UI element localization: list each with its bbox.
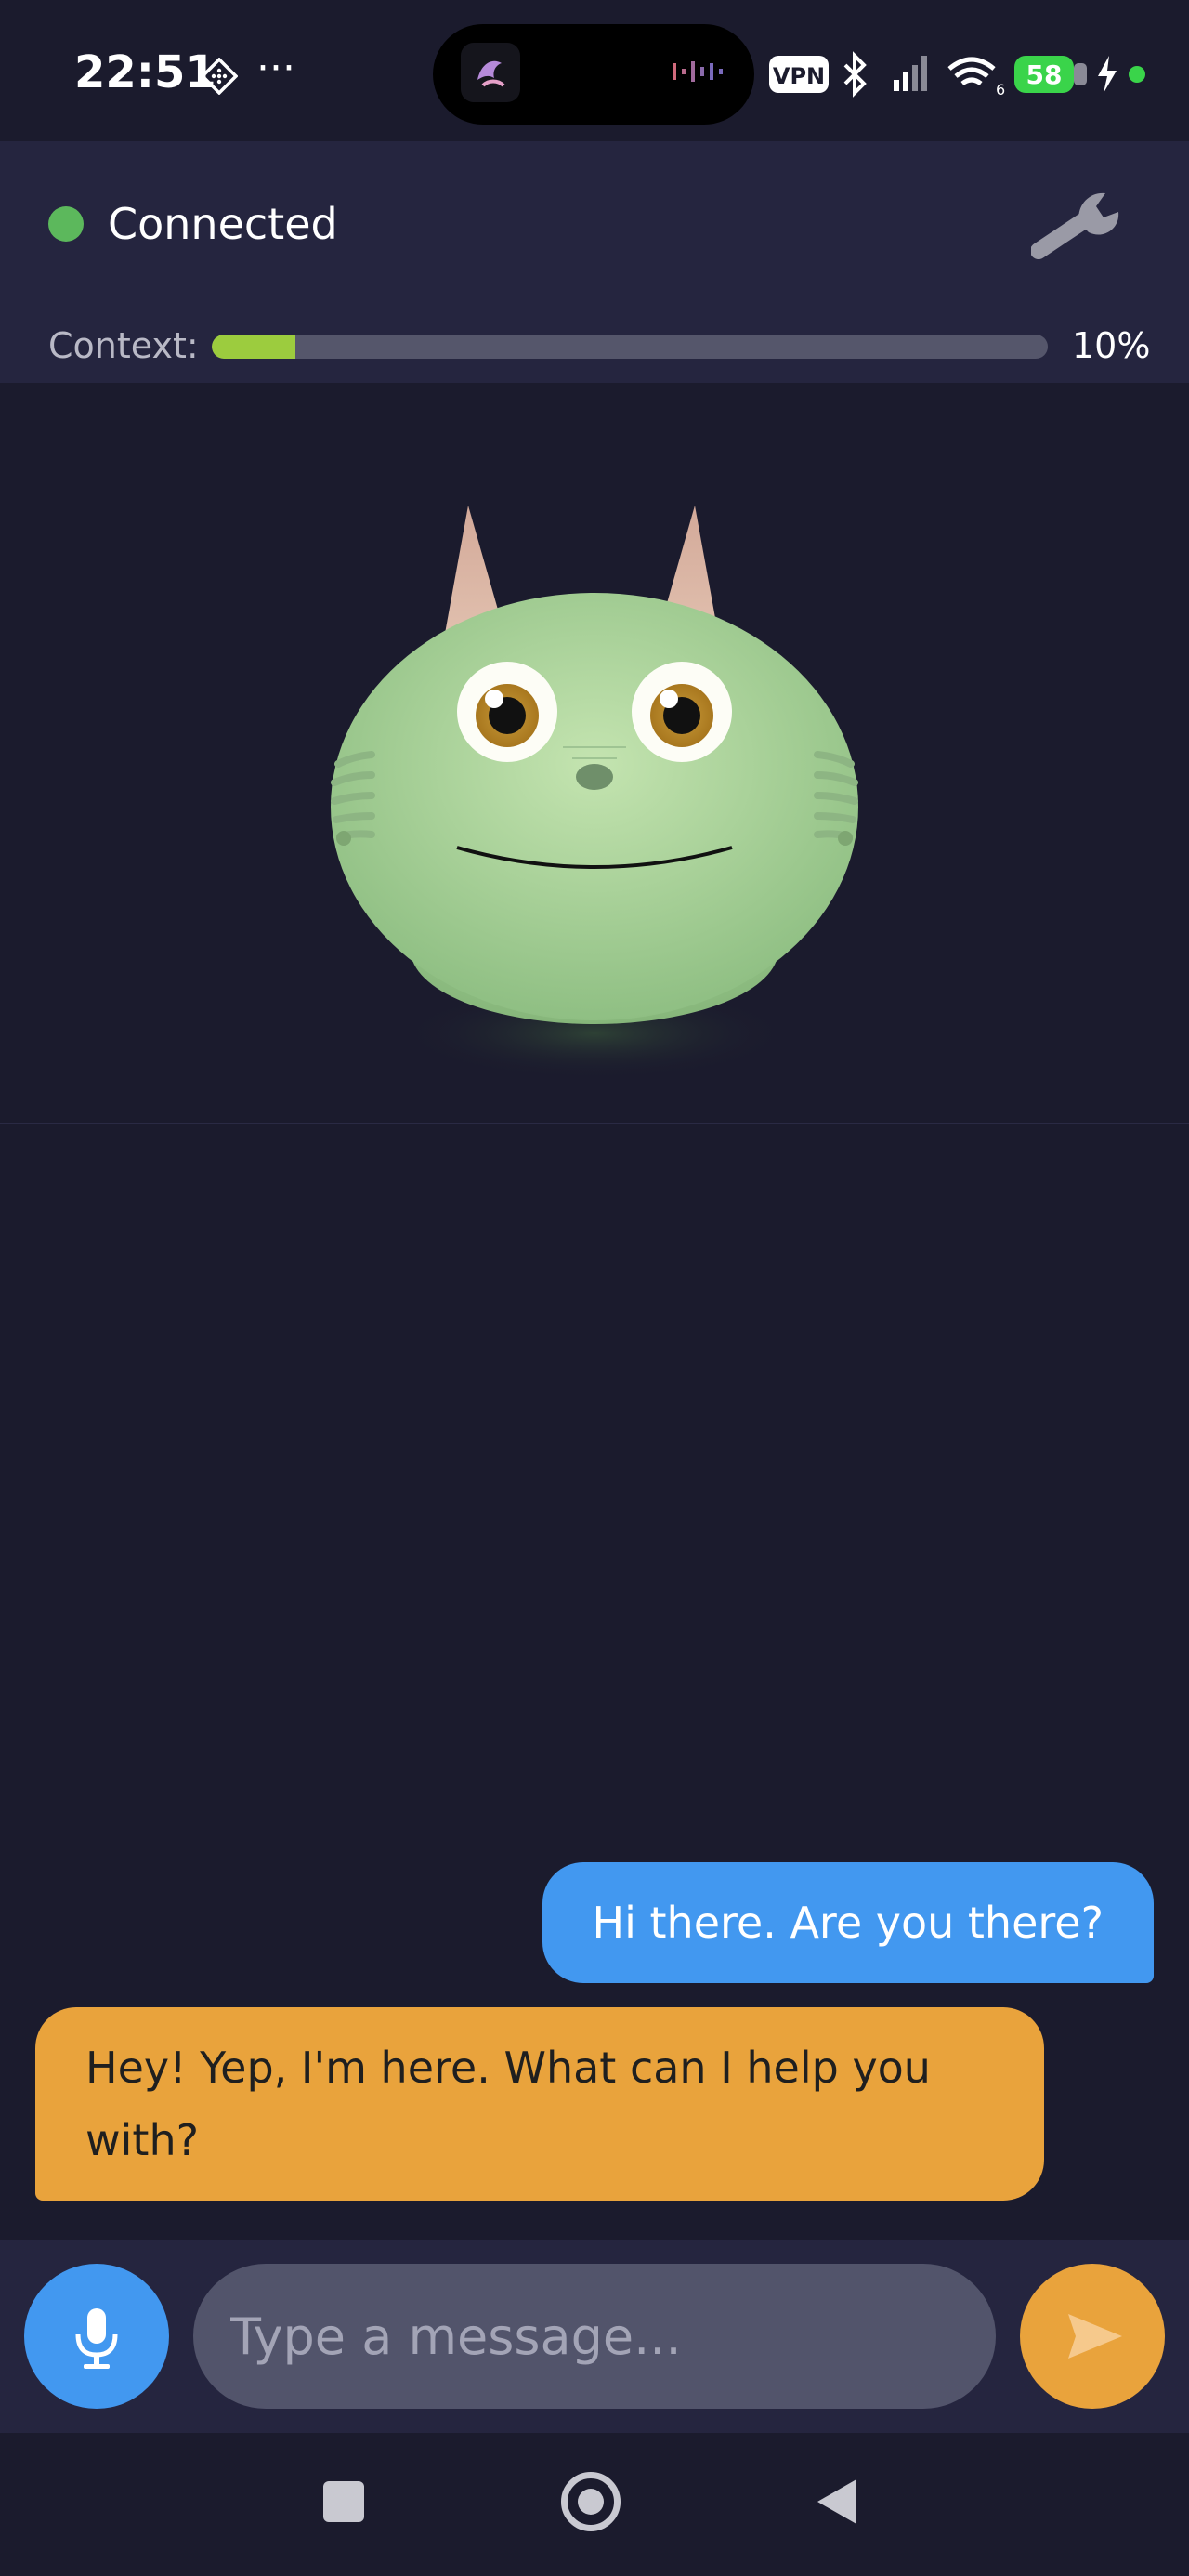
charging-icon — [1098, 56, 1117, 93]
bluetooth-icon — [843, 51, 867, 98]
user-message-bubble: Hi there. Are you there? — [542, 1862, 1154, 1983]
active-dot-icon — [1129, 66, 1145, 83]
audio-wave-icon — [673, 61, 723, 82]
connection-indicator — [48, 206, 84, 242]
connection-status: Connected — [108, 199, 338, 249]
context-progress-bar — [212, 335, 1048, 359]
battery-icon: 58 — [1014, 56, 1087, 93]
svg-text:58: 58 — [1026, 59, 1063, 90]
svg-text:6: 6 — [996, 81, 1005, 99]
svg-text:VPN: VPN — [773, 63, 825, 89]
assistant-message-bubble: Hey! Yep, I'm here. What can I help you … — [35, 2007, 1044, 2201]
context-label: Context: — [48, 325, 199, 366]
microphone-button[interactable] — [24, 2264, 169, 2409]
wrench-icon[interactable] — [1031, 186, 1128, 264]
send-icon — [1068, 2314, 1122, 2359]
signal-icon — [894, 56, 927, 91]
send-button[interactable] — [1020, 2264, 1165, 2409]
app-icon — [461, 43, 520, 102]
context-progress-fill — [212, 335, 295, 359]
recents-icon[interactable] — [323, 2481, 364, 2522]
home-icon[interactable] — [561, 2472, 621, 2531]
back-icon[interactable] — [814, 2476, 860, 2528]
status-bar: 22:51 ··· VPN 6 58 — [0, 0, 1189, 141]
right-eye — [632, 662, 732, 762]
diamond-icon — [201, 58, 238, 95]
cat-avatar — [331, 506, 858, 1080]
cat-nose — [576, 764, 613, 790]
avatar-panel — [0, 383, 1189, 1124]
microphone-icon — [75, 2308, 118, 2369]
message-input[interactable] — [193, 2264, 996, 2409]
status-icons: VPN 6 58 — [769, 51, 1145, 99]
left-eye — [457, 662, 557, 762]
context-percent: 10% — [1072, 325, 1151, 366]
cat-head — [331, 593, 858, 1020]
clock: 22:51 — [74, 46, 216, 99]
more-indicator: ··· — [256, 45, 295, 92]
vpn-icon: VPN — [769, 56, 829, 93]
wifi-icon — [947, 57, 996, 86]
